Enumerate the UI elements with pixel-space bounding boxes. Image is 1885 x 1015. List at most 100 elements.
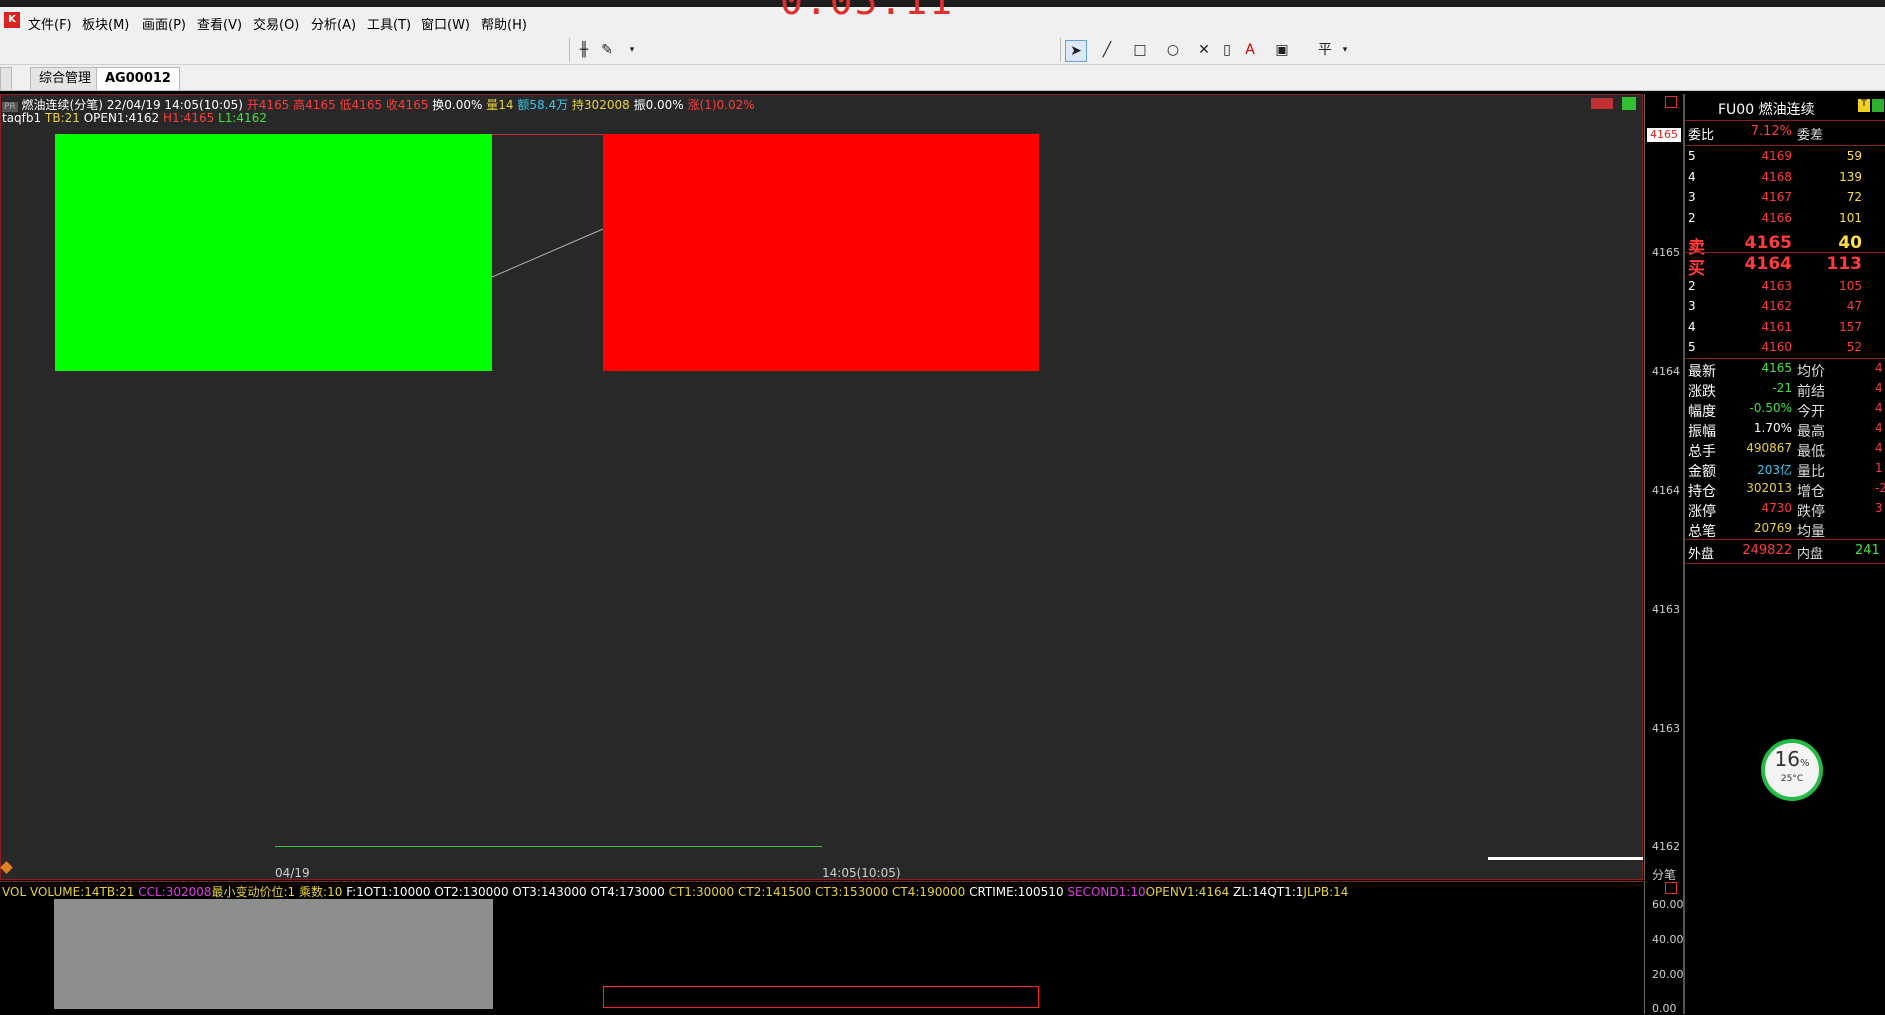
stat-value-2: 4 <box>1875 361 1883 375</box>
menu-help[interactable]: 帮助(H) <box>481 14 527 33</box>
scroll-indicator[interactable] <box>1488 857 1643 860</box>
stat-label-2: 跌停 <box>1797 504 1825 520</box>
price-value: 4160 <box>1761 340 1792 354</box>
volume-value: 59 <box>1846 149 1862 163</box>
stat-value: 20769 <box>1753 521 1792 535</box>
datetime: 22/04/19 14:05(10:05) <box>106 98 243 112</box>
volume-value: 量14 <box>486 98 514 112</box>
level-label: 3 <box>1688 299 1696 313</box>
volume-axis-line <box>1644 881 1645 1014</box>
save-icon[interactable]: ▣ <box>1272 40 1292 60</box>
chevron-down-icon[interactable]: ▾ <box>622 40 642 60</box>
rectangle-draw-icon[interactable]: □ <box>1130 40 1150 60</box>
volume-value: 40 <box>1838 233 1862 253</box>
gauge-percent: 16 <box>1774 747 1800 771</box>
tab-scroll-left[interactable] <box>0 67 12 90</box>
menu-window[interactable]: 窗口(W) <box>421 14 470 33</box>
vol-zl: ZL:14 <box>1233 885 1268 899</box>
trade-icon[interactable]: T <box>1858 99 1870 112</box>
line-draw-icon[interactable]: ╱ <box>1097 40 1117 60</box>
cpu-gauge-widget[interactable]: 16% 25°C <box>1761 739 1823 801</box>
vol-minchg: 最小变动价位:1 <box>211 885 296 899</box>
vol-f: F:1 <box>346 885 364 899</box>
close-panel-icon[interactable] <box>1665 96 1677 108</box>
refresh-icon[interactable] <box>1872 99 1884 112</box>
menu-view[interactable]: 查看(V) <box>197 14 242 33</box>
delete-icon[interactable]: ✕ <box>1194 40 1214 60</box>
vol-volume: VOL VOLUME:14 <box>2 885 100 899</box>
price-value: 4167 <box>1761 190 1792 204</box>
low-value: 低4165 <box>339 98 383 112</box>
home-icon[interactable] <box>1622 97 1636 110</box>
current-price-tag: 4165 <box>1647 128 1681 142</box>
panel-divider <box>1685 539 1885 540</box>
volume-info-line: VOL VOLUME:14TB:21 CCL:302008最小变动价位:1 乘数… <box>2 883 1348 900</box>
volume-value: 101 <box>1839 210 1862 225</box>
stat-label-2: 增仓 <box>1797 484 1825 500</box>
gauge-unit: % <box>1799 758 1810 769</box>
v-tick: 0.00 <box>1652 1002 1677 1015</box>
chevron-down-icon[interactable]: ▾ <box>1335 40 1355 60</box>
edit-icon[interactable]: ✎ <box>597 40 617 60</box>
vol-tb: TB:21 <box>99 885 135 899</box>
stat-value: -21 <box>1772 381 1792 395</box>
panel-divider <box>1685 563 1885 564</box>
volume-value: 52 <box>1846 340 1862 354</box>
status-icon[interactable] <box>1591 98 1613 109</box>
vol-mult: 乘数:10 <box>299 885 343 899</box>
x-date-label: 04/19 <box>275 866 310 880</box>
stat-value-2: 4 <box>1875 401 1883 415</box>
vol-ot1: OT1:10000 <box>363 885 431 899</box>
l1-value: L1:4162 <box>218 111 267 125</box>
h1-value: H1:4165 <box>162 111 215 125</box>
tb-value: TB:21 <box>44 111 80 125</box>
text-color-icon[interactable]: A <box>1240 40 1260 60</box>
stat-value: 4730 <box>1761 501 1792 515</box>
stat-value-2: 4 <box>1875 381 1883 395</box>
weibi-label: 委比 <box>1688 128 1715 143</box>
candlestick-icon[interactable]: ╫ <box>574 40 594 60</box>
menu-view-screen[interactable]: 画面(P) <box>142 14 186 33</box>
red-highlight-box <box>603 134 1039 371</box>
stat-label-2: 最高 <box>1797 424 1825 440</box>
outer-value: 249822 <box>1742 543 1792 558</box>
panel-divider <box>1685 120 1885 121</box>
close-volume-icon[interactable] <box>1665 882 1677 894</box>
volume-value: 139 <box>1839 169 1862 184</box>
menu-analysis[interactable]: 分析(A) <box>311 14 356 33</box>
vol-crtime: CRTIME:100510 <box>969 885 1064 899</box>
stat-label-2: 均量 <box>1797 524 1825 540</box>
volume-bar-gray <box>54 899 493 1009</box>
tab-ag00012[interactable]: AG00012 <box>96 67 180 90</box>
circle-draw-icon[interactable]: ○ <box>1163 40 1183 60</box>
vol-ct3: CT3:153000 <box>815 885 889 899</box>
trash-icon[interactable]: ▯ <box>1217 40 1237 60</box>
x-time-label: 14:05(10:05) <box>822 866 901 880</box>
pointer-icon[interactable]: ➤ <box>1065 40 1087 62</box>
menu-sector[interactable]: 板块(M) <box>82 14 129 33</box>
price-value: 4168 <box>1761 169 1792 184</box>
vol-ct1: CT1:30000 <box>668 885 735 899</box>
price-value: 4165 <box>1744 233 1792 253</box>
volume-bar-red <box>603 986 1039 1008</box>
level-line-icon[interactable]: 平 <box>1315 40 1335 60</box>
tab-overview[interactable]: 综合管理 <box>30 67 101 90</box>
menu-trade[interactable]: 交易(O) <box>253 14 299 33</box>
stat-label-2: 最低 <box>1797 444 1825 460</box>
vol-second: SECOND1:10 <box>1067 885 1146 899</box>
app-logo-icon[interactable]: K <box>4 12 20 28</box>
stat-value: 203亿 <box>1757 463 1792 477</box>
menu-tools[interactable]: 工具(T) <box>367 14 411 33</box>
price-value: 4164 <box>1744 254 1792 274</box>
level-label: 5 <box>1688 340 1696 354</box>
volume-value: 157 <box>1839 319 1862 334</box>
panel-title: FU00 燃油连续 <box>1718 99 1815 119</box>
stat-value: -0.50% <box>1749 401 1792 415</box>
volume-value: 113 <box>1826 254 1863 274</box>
y-tick: 4163 <box>1652 722 1680 735</box>
menu-file[interactable]: 文件(F) <box>28 14 72 33</box>
toolbar-separator <box>1060 38 1061 62</box>
panel-name: 燃油连续 <box>1758 102 1815 118</box>
price-value: 4163 <box>1761 278 1792 293</box>
level-label: 2 <box>1688 278 1696 293</box>
